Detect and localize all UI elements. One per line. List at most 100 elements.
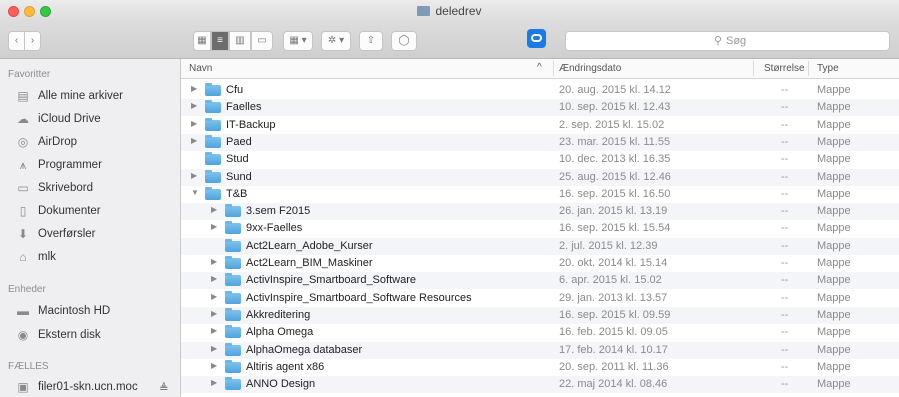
disclosure-open-icon[interactable]: ▼: [191, 188, 199, 197]
disclosure-closed-icon[interactable]: ▶: [211, 361, 217, 370]
table-row[interactable]: ▶ Akkreditering 16. sep. 2015 kl. 09.59 -- M…: [181, 306, 899, 324]
icon-view-button[interactable]: ▦: [193, 31, 211, 51]
disclosure-closed-icon[interactable]: ▶: [191, 136, 197, 145]
file-kind: Mappe: [817, 326, 851, 339]
file-name: Alpha Omega: [246, 326, 314, 339]
eject-icon[interactable]: ≜: [159, 381, 169, 395]
table-row[interactable]: ▼ T&B 16. sep. 2015 kl. 16.50 -- Mappe: [181, 186, 899, 203]
column-view-button[interactable]: ▥: [229, 31, 251, 51]
sidebar-item-ekstern-disk[interactable]: ◉ Ekstern disk: [14, 327, 178, 347]
sidebar-item-mlk[interactable]: ⌂ mlk: [14, 249, 178, 269]
table-row[interactable]: ▶ Paed 23. mar. 2015 kl. 11.55 -- Mappe: [181, 133, 899, 151]
file-kind: Mappe: [817, 101, 851, 114]
disclosure-closed-icon[interactable]: ▶: [191, 84, 197, 93]
table-row[interactable]: ▶ ActivInspire_Smartboard_Software 6. apr.…: [181, 272, 899, 290]
disclosure-closed-icon[interactable]: ▶: [211, 257, 217, 266]
shared-heading: FÆLLES: [8, 361, 49, 372]
table-row[interactable]: ▶ ActivInspire_Smartboard_Software Resour…: [181, 290, 899, 307]
sidebar-item-label: Skrivebord: [38, 182, 93, 194]
file-name: Akkreditering: [246, 308, 311, 321]
share-button[interactable]: ⇧: [359, 31, 383, 51]
sidebar-item-dokumenter[interactable]: ▯ Dokumenter: [14, 203, 178, 223]
arrange-button[interactable]: ▦ ▾: [283, 31, 313, 51]
sidebar-item-skrivebord[interactable]: ▭ Skrivebord: [14, 180, 178, 200]
chevron-right-icon: ›: [30, 35, 35, 46]
column-name-header[interactable]: Navn: [189, 63, 212, 74]
file-size: --: [781, 205, 789, 218]
action-button[interactable]: ✲ ▾: [321, 31, 351, 51]
disclosure-closed-icon[interactable]: ▶: [211, 326, 217, 335]
table-row[interactable]: ▶ Cfu 20. aug. 2015 kl. 14.12 -- Mappe: [181, 82, 899, 99]
search-field[interactable]: ⚲ Søg: [565, 31, 890, 51]
column-view-icon: ▥: [235, 35, 245, 46]
table-row[interactable]: ▶ Alpha Omega 16. feb. 2015 kl. 09.05 -- Map…: [181, 324, 899, 341]
sidebar: Favoritter ▤ Alle mine arkiver ☁ iCloud Driv…: [0, 59, 181, 397]
file-size: --: [781, 239, 789, 252]
magnifier-icon: ⚲: [714, 35, 723, 47]
back-button[interactable]: ‹: [8, 31, 25, 51]
sidebar-item-overførsler[interactable]: ⬇ Overførsler: [14, 226, 178, 246]
file-size: --: [781, 222, 789, 235]
finder-window: deledrev ‹ › ▦ ≡ ▥ ▭ ▦ ▾ ✲ ▾ ⇧ ◯ ⚲ Søg F…: [0, 0, 899, 397]
table-row[interactable]: Act2Learn_Adobe_Kurser 2. jul. 2015 kl. 1…: [181, 237, 899, 255]
column-size-header[interactable]: Størrelse: [764, 63, 805, 74]
file-size: --: [781, 84, 789, 96]
forward-button[interactable]: ›: [24, 31, 41, 51]
disclosure-closed-icon[interactable]: ▶: [211, 344, 217, 353]
table-row[interactable]: ▶ 9xx-Faelles 16. sep. 2015 kl. 15.54 -- Map…: [181, 220, 899, 237]
disclosure-closed-icon[interactable]: ▶: [211, 222, 217, 231]
table-row[interactable]: ▶ AlphaOmega databaser 17. feb. 2014 kl. 1…: [181, 341, 899, 359]
disclosure-closed-icon[interactable]: ▶: [211, 274, 217, 283]
file-kind: Mappe: [817, 360, 851, 373]
list-view-button[interactable]: ≡: [211, 31, 229, 51]
file-kind: Mappe: [817, 291, 851, 304]
file-name: ActivInspire_Smartboard_Software Resourc…: [246, 291, 472, 304]
sidebar-item-label: filer01-skn.ucn.moc: [38, 381, 138, 393]
window-title: deledrev: [0, 4, 899, 18]
airdrop-icon: ◎: [17, 135, 29, 149]
disclosure-closed-icon[interactable]: ▶: [191, 119, 197, 128]
sidebar-item-programmer[interactable]: ⩚ Programmer: [14, 157, 178, 177]
file-name: 9xx-Faelles: [246, 222, 303, 235]
sidebar-item-icloud-drive[interactable]: ☁ iCloud Drive: [14, 111, 178, 131]
column-kind-header[interactable]: Type: [817, 63, 839, 74]
modified-date: 20. okt. 2014 kl. 15.14: [559, 257, 668, 269]
table-row[interactable]: ▶ ANNO Design 22. maj 2014 kl. 08.46 -- Mapp…: [181, 376, 899, 394]
file-kind: Mappe: [817, 84, 851, 96]
file-name: ActivInspire_Smartboard_Software: [246, 274, 416, 287]
table-row[interactable]: ▶ Altiris agent x86 20. sep. 2011 kl. 11.3…: [181, 359, 899, 376]
disclosure-closed-icon[interactable]: ▶: [211, 205, 217, 214]
file-size: --: [781, 187, 789, 200]
table-row[interactable]: ▶ 3.sem F2015 26. jan. 2015 kl. 13.19 -- Map…: [181, 203, 899, 221]
sidebar-item-alle-mine-arkiver[interactable]: ▤ Alle mine arkiver: [14, 88, 178, 108]
file-size: --: [781, 326, 789, 339]
file-name: IT-Backup: [226, 118, 276, 131]
table-row[interactable]: ▶ Act2Learn_BIM_Maskiner 20. okt. 2014 kl.…: [181, 255, 899, 272]
folder-icon: [205, 169, 221, 183]
table-row[interactable]: Stud 10. dec. 2013 kl. 16.35 -- Mappe: [181, 151, 899, 168]
modified-date: 6. apr. 2015 kl. 15.02: [559, 274, 662, 287]
sidebar-item-airdrop[interactable]: ◎ AirDrop: [14, 134, 178, 154]
disclosure-closed-icon[interactable]: ▶: [211, 292, 217, 301]
cover-flow-button[interactable]: ▭: [251, 31, 273, 51]
folder-icon: [225, 342, 241, 356]
disclosure-closed-icon[interactable]: ▶: [211, 378, 217, 387]
modified-date: 20. aug. 2015 kl. 14.12: [559, 84, 671, 96]
file-size: --: [781, 343, 789, 356]
teamviewer-icon[interactable]: [527, 29, 546, 48]
file-name: ANNO Design: [246, 378, 316, 391]
column-date-header[interactable]: Ændringsdato: [559, 63, 621, 74]
disclosure-closed-icon[interactable]: ▶: [191, 101, 197, 110]
file-kind: Mappe: [817, 343, 851, 356]
file-kind: Mappe: [817, 170, 851, 183]
tags-button[interactable]: ◯: [391, 31, 417, 51]
folder-icon: [225, 256, 241, 269]
sidebar-item-macintosh-hd[interactable]: ▬ Macintosh HD: [14, 303, 178, 323]
disclosure-closed-icon[interactable]: ▶: [191, 171, 197, 180]
sidebar-item-filer01-skn-ucn-moc[interactable]: ▣ filer01-skn.ucn.moc ≜: [14, 379, 178, 397]
table-row[interactable]: ▶ Sund 25. aug. 2015 kl. 12.46 -- Mappe: [181, 168, 899, 186]
table-row[interactable]: ▶ Faelles 10. sep. 2015 kl. 12.43 -- Mappe: [181, 99, 899, 117]
table-row[interactable]: ▶ IT-Backup 2. sep. 2015 kl. 15.02 -- Mappe: [181, 117, 899, 134]
file-name: T&B: [226, 187, 248, 200]
disclosure-closed-icon[interactable]: ▶: [211, 309, 217, 318]
